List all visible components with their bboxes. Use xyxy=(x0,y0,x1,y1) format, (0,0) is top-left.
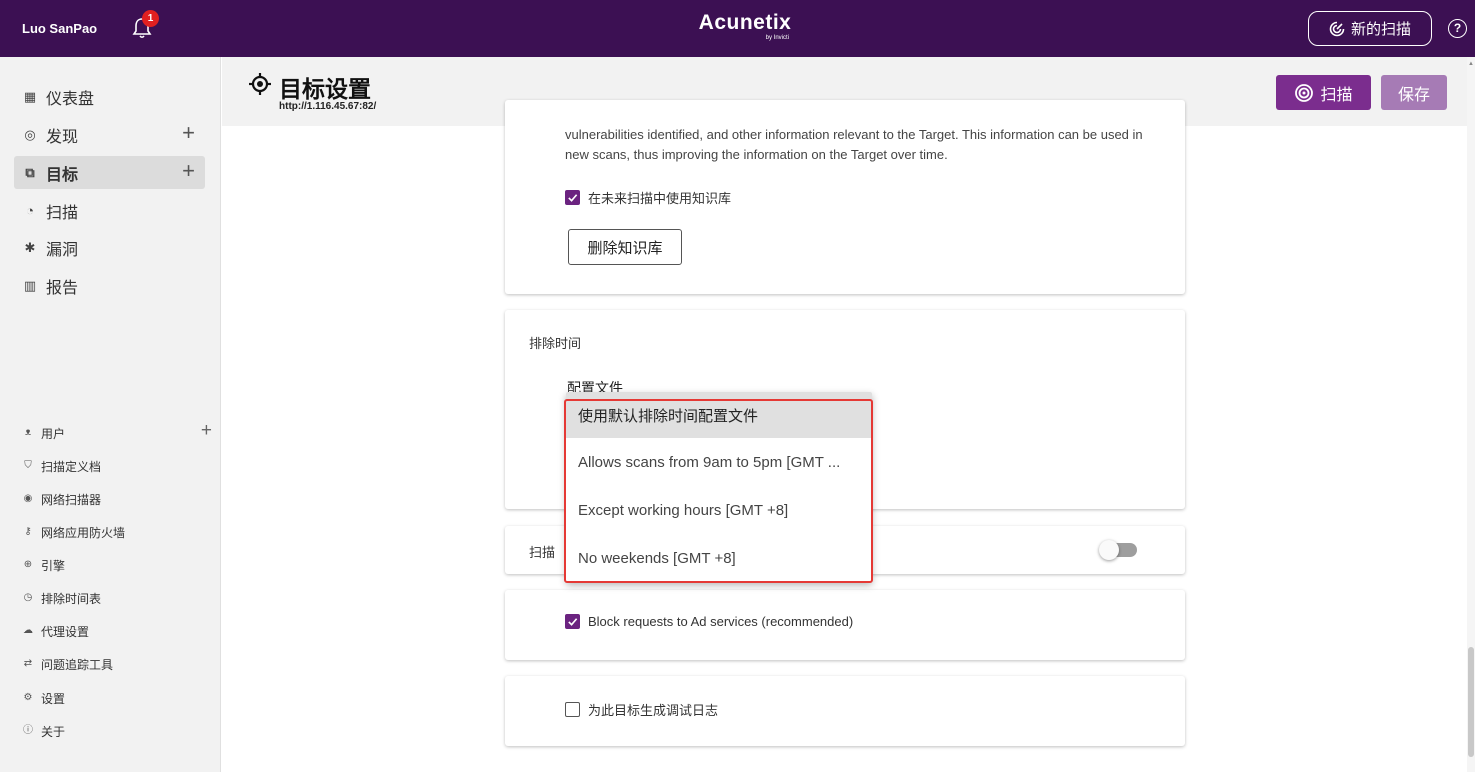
scroll-up-icon[interactable]: ▲ xyxy=(1468,61,1474,67)
acunetix-logo[interactable]: Acunetix by Invicti xyxy=(695,11,795,42)
dropdown-option-default[interactable]: 使用默认排除时间配置文件 xyxy=(566,392,872,438)
sidebar-item-label: 排除时间表 xyxy=(41,591,102,606)
page-title: 目标设置 xyxy=(279,76,371,102)
clock-icon: ◷ xyxy=(23,592,33,603)
sidebar-item-label: 问题追踪工具 xyxy=(41,657,114,672)
sidebar-item-vulnerabilities[interactable]: ✱ 漏洞 xyxy=(14,231,205,264)
profile-dropdown-menu: 使用默认排除时间配置文件 Allows scans from 9am to 5p… xyxy=(566,392,872,582)
ad-block-label: Block requests to Ad services (recommend… xyxy=(588,614,854,629)
scan-button[interactable]: 扫描 xyxy=(1276,75,1371,110)
sidebar-item-label: 发现 xyxy=(46,128,79,146)
debug-log-checkbox-row[interactable]: 为此目标生成调试日志 xyxy=(565,700,718,719)
sidebar: ▦ 仪表盘 ◎ 发现 + ⧉ 目标 + ◔ 扫描 ✱ 漏洞 ▥ 报告 ᴥ 用户 … xyxy=(0,57,221,772)
sidebar-item-label: 报告 xyxy=(46,279,79,297)
top-bar: Luo SanPao 1 Acunetix by Invicti 新的扫描 ? xyxy=(0,0,1475,57)
reports-icon: ▥ xyxy=(23,277,37,293)
sidebar-item-settings[interactable]: ⚙ 设置 xyxy=(22,688,212,708)
user-name[interactable]: Luo SanPao xyxy=(22,21,97,36)
ad-block-card: Block requests to Ad services (recommend… xyxy=(505,590,1185,660)
target-url: http://1.116.45.67:82/ xyxy=(279,101,377,112)
sidebar-item-reports[interactable]: ▥ 报告 xyxy=(14,269,205,302)
bug-icon: ✱ xyxy=(24,239,36,255)
scans-icon: ◔ xyxy=(26,202,34,218)
sidebar-item-about[interactable]: ⓘ 关于 xyxy=(22,721,212,741)
sidebar-item-issue-trackers[interactable]: ⇄ 问题追踪工具 xyxy=(22,654,212,674)
scan-icon xyxy=(1329,21,1345,36)
debug-log-label: 为此目标生成调试日志 xyxy=(588,703,719,718)
targets-icon: ⧉ xyxy=(25,164,35,180)
sidebar-item-waf[interactable]: ⚷ 网络应用防火墙 xyxy=(22,522,212,542)
discovery-icon: ◎ xyxy=(24,126,36,142)
ad-block-checkbox[interactable] xyxy=(565,614,580,629)
scan-option-label: 扫描 xyxy=(529,545,556,560)
add-target-icon[interactable]: + xyxy=(182,160,195,182)
use-kb-label: 在未来扫描中使用知识库 xyxy=(588,191,732,206)
sidebar-item-discovery[interactable]: ◎ 发现 + xyxy=(14,118,205,151)
proxy-icon: ☁ xyxy=(23,625,33,636)
sidebar-item-excluded-hours[interactable]: ◷ 排除时间表 xyxy=(22,588,212,608)
new-scan-label: 新的扫描 xyxy=(1350,21,1411,38)
shield-icon: ⛉ xyxy=(24,460,32,471)
sidebar-item-label: 目标 xyxy=(46,166,79,184)
target-icon xyxy=(249,73,271,95)
scrollbar[interactable]: ▲ xyxy=(1467,57,1475,772)
scroll-thumb[interactable] xyxy=(1468,647,1474,757)
sidebar-item-users[interactable]: ᴥ 用户 + xyxy=(22,421,212,443)
sidebar-item-label: 网络应用防火墙 xyxy=(41,525,126,540)
network-scanner-icon: ◉ xyxy=(23,493,33,504)
use-kb-checkbox[interactable] xyxy=(565,190,580,205)
delete-kb-button[interactable]: 删除知识库 xyxy=(568,229,682,265)
excluded-hours-label: 排除时间 xyxy=(529,336,582,351)
ad-block-checkbox-row[interactable]: Block requests to Ad services (recommend… xyxy=(565,614,853,629)
sidebar-item-label: 漏洞 xyxy=(46,241,79,259)
gear-icon: ⚙ xyxy=(23,692,33,703)
knowledge-base-card: vulnerabilities identified, and other in… xyxy=(505,100,1185,294)
checkmark-icon xyxy=(568,618,578,626)
sidebar-item-label: 设置 xyxy=(41,691,66,706)
sidebar-item-scans[interactable]: ◔ 扫描 xyxy=(14,194,205,227)
dropdown-option-9am-5pm[interactable]: Allows scans from 9am to 5pm [GMT ... xyxy=(566,438,872,486)
scan-option-toggle[interactable] xyxy=(1099,540,1137,560)
user-icon: ᴥ xyxy=(24,427,32,438)
debug-log-checkbox[interactable] xyxy=(565,702,580,717)
sidebar-item-dashboard[interactable]: ▦ 仪表盘 xyxy=(14,80,205,113)
sidebar-item-label: 代理设置 xyxy=(41,624,90,639)
checkmark-icon xyxy=(568,194,578,202)
sidebar-item-label: 引擎 xyxy=(41,558,66,573)
add-discovery-icon[interactable]: + xyxy=(182,122,195,144)
use-kb-checkbox-row[interactable]: 在未来扫描中使用知识库 xyxy=(565,188,731,207)
sidebar-item-proxy[interactable]: ☁ 代理设置 xyxy=(22,621,212,641)
sidebar-item-label: 扫描定义档 xyxy=(41,459,102,474)
toggle-knob xyxy=(1099,540,1119,560)
knowledge-base-description: vulnerabilities identified, and other in… xyxy=(565,127,1143,162)
sidebar-item-label: 扫描 xyxy=(46,204,79,222)
sidebar-item-targets[interactable]: ⧉ 目标 + xyxy=(14,156,205,189)
key-icon: ⚷ xyxy=(24,526,32,537)
issue-tracker-icon: ⇄ xyxy=(23,658,33,669)
new-scan-button[interactable]: 新的扫描 xyxy=(1308,11,1432,46)
debug-log-card: 为此目标生成调试日志 xyxy=(505,676,1185,746)
sidebar-item-label: 网络扫描器 xyxy=(41,492,102,507)
add-user-icon[interactable]: + xyxy=(201,421,212,441)
sidebar-item-engines[interactable]: ⊕ 引擎 xyxy=(22,555,212,575)
sidebar-item-label: 仪表盘 xyxy=(46,90,95,108)
dashboard-icon: ▦ xyxy=(23,88,37,104)
info-icon: ⓘ xyxy=(23,725,33,736)
dropdown-option-no-weekends[interactable]: No weekends [GMT +8] xyxy=(566,534,872,582)
help-icon[interactable]: ? xyxy=(1448,19,1467,38)
scan-button-label: 扫描 xyxy=(1320,86,1353,104)
save-button[interactable]: 保存 xyxy=(1381,75,1447,110)
sidebar-item-label: 用户 xyxy=(41,426,66,441)
notification-badge: 1 xyxy=(142,10,159,27)
engine-icon: ⊕ xyxy=(23,559,33,570)
sidebar-item-label: 关于 xyxy=(41,724,66,739)
sidebar-item-scan-profiles[interactable]: ⛉ 扫描定义档 xyxy=(22,456,212,476)
sidebar-item-network-scanner[interactable]: ◉ 网络扫描器 xyxy=(22,489,212,509)
dropdown-option-except-working-hours[interactable]: Except working hours [GMT +8] xyxy=(566,486,872,534)
scan-icon xyxy=(1295,83,1314,102)
